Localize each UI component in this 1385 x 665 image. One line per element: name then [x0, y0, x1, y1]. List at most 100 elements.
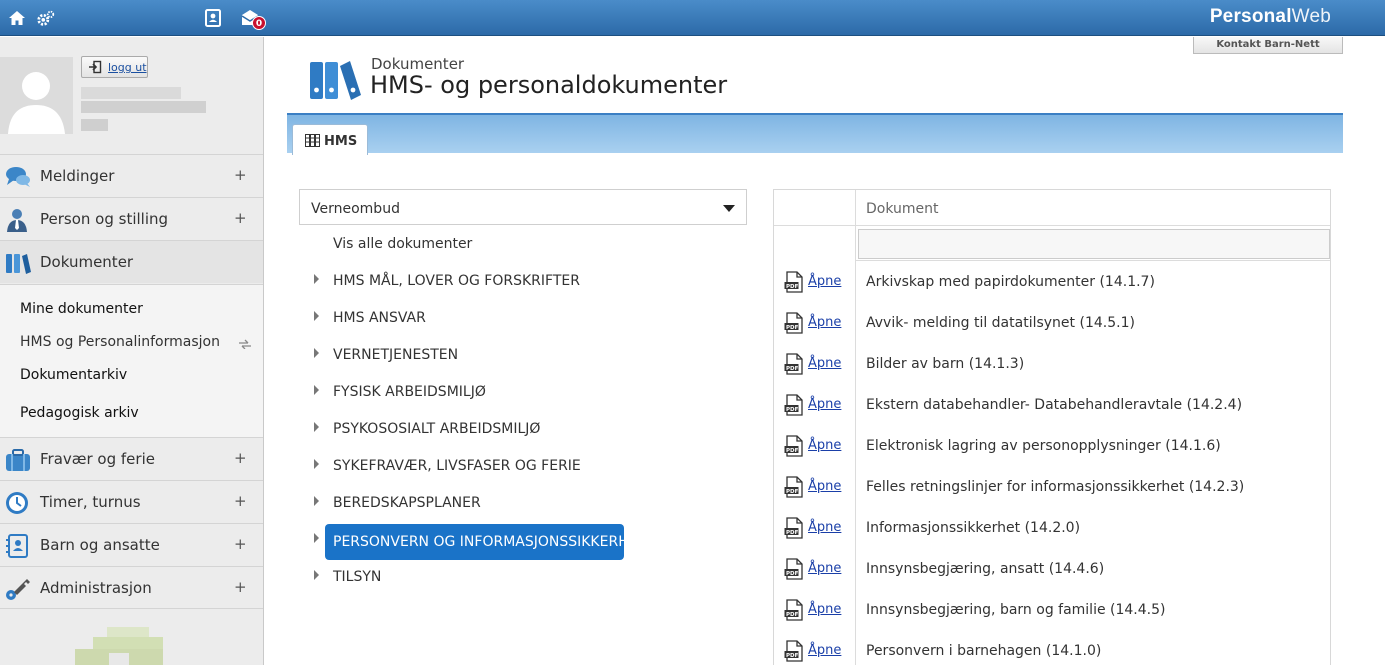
expand-icon[interactable]: + — [234, 492, 247, 510]
contacts-icon[interactable] — [203, 8, 223, 28]
tree-item[interactable]: PSYKOSOSIALT ARBEIDSMILJØ — [314, 414, 744, 444]
show-all-documents-link[interactable]: Vis alle dokumenter — [333, 236, 472, 252]
logout-button[interactable]: logg ut — [81, 56, 148, 78]
tree-item[interactable]: SYKEFRAVÆR, LIVSFASER OG FERIE — [314, 451, 744, 481]
document-filter-input[interactable] — [858, 229, 1330, 259]
pdf-icon[interactable]: PDF — [784, 271, 804, 293]
pdf-icon[interactable]: PDF — [784, 517, 804, 539]
table-row: PDF Åpne Arkivskap med papirdokumenter (14… — [774, 263, 1330, 304]
brand-logo: PersonalWeb — [1209, 6, 1331, 27]
document-title: Informasjonssikkerhet (14.2.0) — [866, 520, 1081, 536]
tree-item-label: TILSYN — [333, 569, 382, 585]
sidebar-item-barn-og-ansatte[interactable]: Barn og ansatte + — [0, 523, 263, 566]
user-silhouette-icon — [0, 57, 73, 134]
contact-card-icon — [6, 534, 28, 558]
document-title: Ekstern databehandler- Databehandleravta… — [866, 397, 1243, 413]
open-document-link[interactable]: Åpne — [808, 356, 841, 371]
expand-triangle-icon[interactable] — [314, 348, 319, 358]
category-select[interactable]: Verneombud — [299, 189, 747, 225]
tree-item[interactable]: HMS MÅL, LOVER OG FORSKRIFTER — [314, 266, 744, 296]
open-document-link[interactable]: Åpne — [808, 479, 841, 494]
table-row: PDF Åpne Bilder av barn (14.1.3) — [774, 345, 1330, 386]
expand-icon[interactable]: + — [234, 209, 247, 227]
svg-text:PDF: PDF — [786, 530, 799, 536]
sidebar-item-dokumenter[interactable]: Dokumenter — [0, 240, 263, 283]
table-row: PDF Åpne Innsynsbegjæring, ansatt (14.4.6) — [774, 550, 1330, 591]
svg-text:PDF: PDF — [786, 366, 799, 372]
tree-item[interactable]: BEREDSKAPSPLANER — [314, 488, 744, 518]
submenu-dokumentarkiv[interactable]: Dokumentarkiv — [20, 367, 127, 383]
tree-item[interactable]: PERSONVERN OG INFORMASJONSSIKKERHET — [314, 524, 744, 560]
blurred-logo — [75, 627, 165, 665]
expand-triangle-icon[interactable] — [314, 459, 319, 469]
pdf-icon[interactable]: PDF — [784, 435, 804, 457]
expand-triangle-icon[interactable] — [314, 311, 319, 321]
sidebar-item-fravaer-og-ferie[interactable]: Fravær og ferie + — [0, 437, 263, 480]
expand-triangle-icon[interactable] — [314, 274, 319, 284]
open-document-link[interactable]: Åpne — [808, 602, 841, 617]
tab-bar: HMS — [287, 113, 1343, 155]
open-document-link[interactable]: Åpne — [808, 274, 841, 289]
binders-icon — [305, 134, 320, 147]
home-icon[interactable] — [7, 8, 27, 28]
suitcase-icon — [6, 449, 30, 471]
contact-barn-nett-button[interactable]: Kontakt Barn-Nett — [1193, 37, 1343, 54]
tree-item[interactable]: FYSISK ARBEIDSMILJØ — [314, 377, 744, 407]
tree-item-label: BEREDSKAPSPLANER — [333, 495, 481, 511]
sidebar-item-meldinger[interactable]: Meldinger + — [0, 154, 263, 197]
pdf-icon[interactable]: PDF — [784, 394, 804, 416]
submenu-pedagogisk-arkiv[interactable]: Pedagogisk arkiv — [20, 405, 139, 421]
tree-item[interactable]: HMS ANSVAR — [314, 303, 744, 333]
document-title: Bilder av barn (14.1.3) — [866, 356, 1025, 372]
tab-hms[interactable]: HMS — [292, 124, 368, 155]
table-row: PDF Åpne Innsynsbegjæring, barn og familie… — [774, 591, 1330, 632]
open-document-link[interactable]: Åpne — [808, 561, 841, 576]
pdf-icon[interactable]: PDF — [784, 640, 804, 662]
logout-icon — [89, 60, 102, 74]
tree-item[interactable]: TILSYN — [314, 562, 744, 592]
tree-item-label: HMS MÅL, LOVER OG FORSKRIFTER — [333, 273, 580, 289]
open-document-link[interactable]: Åpne — [808, 643, 841, 658]
open-document-link[interactable]: Åpne — [808, 397, 841, 412]
document-title: Arkivskap med papirdokumenter (14.1.7) — [866, 274, 1155, 290]
expand-triangle-icon[interactable] — [314, 533, 319, 543]
svg-text:PDF: PDF — [786, 407, 799, 413]
submenu-hms-personalinformasjon[interactable]: HMS og Personalinformasjon — [20, 334, 220, 350]
expand-triangle-icon[interactable] — [314, 385, 319, 395]
expand-icon[interactable]: + — [234, 578, 247, 596]
sidebar-item-timer-turnus[interactable]: Timer, turnus + — [0, 480, 263, 523]
tree-item-label: PERSONVERN OG INFORMASJONSSIKKERHET — [333, 534, 647, 550]
pdf-icon[interactable]: PDF — [784, 558, 804, 580]
open-document-link[interactable]: Åpne — [808, 315, 841, 330]
table-row: PDF Åpne Informasjonssikkerhet (14.2.0) — [774, 509, 1330, 550]
chat-icon — [6, 167, 30, 187]
user-name-blurred — [81, 87, 181, 99]
expand-triangle-icon[interactable] — [314, 570, 319, 580]
expand-triangle-icon[interactable] — [314, 422, 319, 432]
page-title: HMS- og personaldokumenter — [370, 71, 728, 99]
pdf-icon[interactable]: PDF — [784, 476, 804, 498]
tree-item-label: SYKEFRAVÆR, LIVSFASER OG FERIE — [333, 458, 581, 474]
pdf-icon[interactable]: PDF — [784, 312, 804, 334]
submenu-mine-dokumenter[interactable]: Mine dokumenter — [20, 301, 143, 317]
open-document-link[interactable]: Åpne — [808, 520, 841, 535]
expand-icon[interactable]: + — [234, 449, 247, 467]
column-header-dokument[interactable]: Dokument — [866, 201, 939, 217]
switch-arrows-icon[interactable] — [238, 339, 252, 349]
open-document-link[interactable]: Åpne — [808, 438, 841, 453]
svg-text:PDF: PDF — [786, 489, 799, 495]
expand-icon[interactable]: + — [234, 535, 247, 553]
pdf-icon[interactable]: PDF — [784, 353, 804, 375]
pdf-icon[interactable]: PDF — [784, 599, 804, 621]
key-icon — [6, 579, 30, 600]
tree-item[interactable]: VERNETJENESTEN — [314, 340, 744, 370]
table-row: PDF Åpne Elektronisk lagring av personoppl… — [774, 427, 1330, 468]
svg-text:PDF: PDF — [786, 325, 799, 331]
sidebar-item-person-og-stilling[interactable]: Person og stilling + — [0, 197, 263, 240]
sidebar-item-administrasjon[interactable]: Administrasjon + — [0, 566, 263, 609]
expand-triangle-icon[interactable] — [314, 496, 319, 506]
settings-icon[interactable] — [36, 8, 56, 28]
clock-icon — [6, 492, 28, 514]
expand-icon[interactable]: + — [234, 166, 247, 184]
document-title: Elektronisk lagring av personopplysninge… — [866, 438, 1221, 454]
